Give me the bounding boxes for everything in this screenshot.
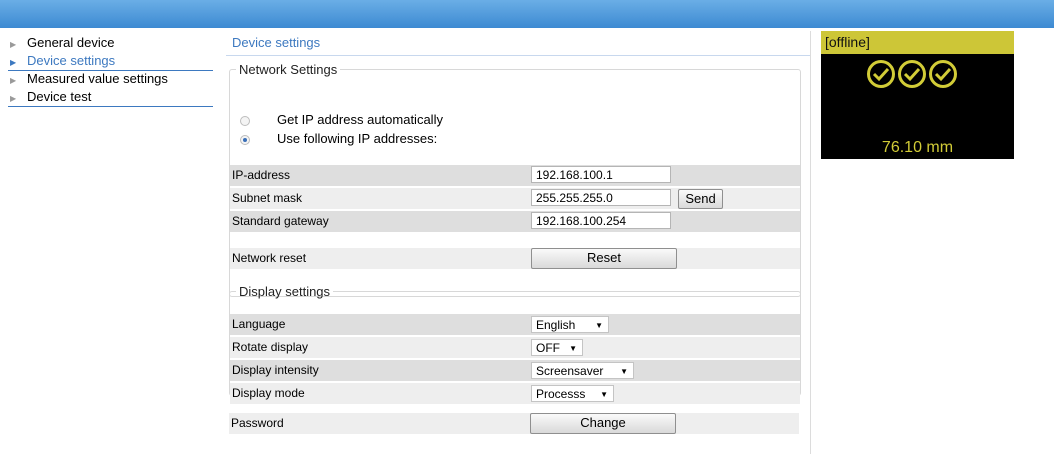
connection-status: [offline]	[821, 31, 1014, 54]
ip-address-row: IP-address 192.168.100.1	[230, 165, 800, 186]
sidebar-item-label: Device settings	[27, 53, 116, 68]
ip-address-label: IP-address	[232, 168, 291, 182]
password-row: Password Change	[229, 413, 799, 434]
display-intensity-select[interactable]: Screensaver ▼	[531, 362, 634, 379]
network-reset-label: Network reset	[232, 251, 307, 265]
caret-right-icon: ▶	[10, 58, 17, 67]
network-settings-group: Network Settings Get IP address automati…	[229, 62, 801, 297]
sidebar-nav: ▶ General device ▶ Device settings ▶ Mea…	[8, 35, 213, 107]
language-label: Language	[232, 317, 286, 331]
subnet-mask-label: Subnet mask	[232, 191, 303, 205]
caret-right-icon: ▶	[10, 40, 17, 49]
display-mode-select-value: Processs	[536, 387, 586, 401]
display-settings-legend: Display settings	[239, 284, 331, 299]
subnet-mask-row: Subnet mask 255.255.255.0 Send	[230, 188, 800, 209]
sidebar-item-device-test[interactable]: ▶ Device test	[8, 89, 213, 107]
top-bar	[0, 0, 1054, 28]
password-label: Password	[231, 416, 284, 430]
subnet-mask-input[interactable]: 255.255.255.0	[531, 189, 671, 206]
radio-button[interactable]	[240, 116, 250, 126]
main-panel: Device settings Network Settings Get IP …	[226, 31, 811, 454]
language-row: Language English ▼	[230, 314, 800, 335]
standard-gateway-label: Standard gateway	[232, 214, 329, 228]
display-mode-label: Display mode	[232, 386, 305, 400]
standard-gateway-input[interactable]: 192.168.100.254	[531, 212, 671, 229]
ip-address-input[interactable]: 192.168.100.1	[531, 166, 671, 183]
radio-button-checked[interactable]	[240, 135, 250, 145]
sidebar-item-general-device[interactable]: ▶ General device	[8, 35, 213, 53]
check-circle-icon	[929, 60, 957, 88]
title-divider	[226, 55, 810, 56]
standard-gateway-row: Standard gateway 192.168.100.254	[230, 211, 800, 232]
page-title: Device settings	[232, 35, 321, 50]
radio-label: Use following IP addresses:	[277, 131, 438, 146]
caret-right-icon: ▶	[10, 94, 17, 103]
sidebar-item-label: Measured value settings	[27, 71, 168, 86]
rotate-display-row: Rotate display OFF ▼	[230, 337, 800, 358]
measured-value: 76.10 mm	[881, 139, 954, 156]
dropdown-arrow-icon: ▼	[620, 367, 628, 376]
display-intensity-label: Display intensity	[232, 363, 319, 377]
sidebar-item-label: Device test	[27, 89, 92, 104]
send-button[interactable]: Send	[678, 189, 723, 209]
radio-label: Get IP address automatically	[277, 112, 443, 127]
sidebar-item-device-settings[interactable]: ▶ Device settings	[8, 53, 213, 71]
language-select-value: English	[536, 318, 576, 332]
display-settings-group: Display settings Language English ▼ Rota…	[229, 284, 801, 404]
display-mode-row: Display mode Processs ▼	[230, 383, 800, 404]
network-settings-legend: Network Settings	[239, 62, 338, 77]
display-intensity-row: Display intensity Screensaver ▼	[230, 360, 800, 381]
rotate-display-label: Rotate display	[232, 340, 309, 354]
reset-button[interactable]: Reset	[531, 248, 677, 269]
dropdown-arrow-icon: ▼	[595, 321, 603, 330]
display-mode-select[interactable]: Processs ▼	[531, 385, 614, 402]
caret-right-icon: ▶	[10, 76, 17, 85]
network-reset-row: Network reset Reset	[230, 248, 800, 269]
language-select[interactable]: English ▼	[531, 316, 609, 333]
rotate-display-select-value: OFF	[536, 341, 560, 355]
check-circle-icon	[867, 60, 895, 88]
dropdown-arrow-icon: ▼	[600, 390, 608, 399]
change-password-button[interactable]: Change	[530, 413, 676, 434]
dropdown-arrow-icon: ▼	[569, 344, 577, 353]
device-status-panel: [offline] 76.10 mm	[821, 31, 1014, 159]
check-circle-icon	[898, 60, 926, 88]
rotate-display-select[interactable]: OFF ▼	[531, 339, 583, 356]
display-intensity-select-value: Screensaver	[536, 364, 604, 378]
sidebar-item-label: General device	[27, 35, 115, 50]
sidebar-item-measured-value-settings[interactable]: ▶ Measured value settings	[8, 71, 213, 89]
